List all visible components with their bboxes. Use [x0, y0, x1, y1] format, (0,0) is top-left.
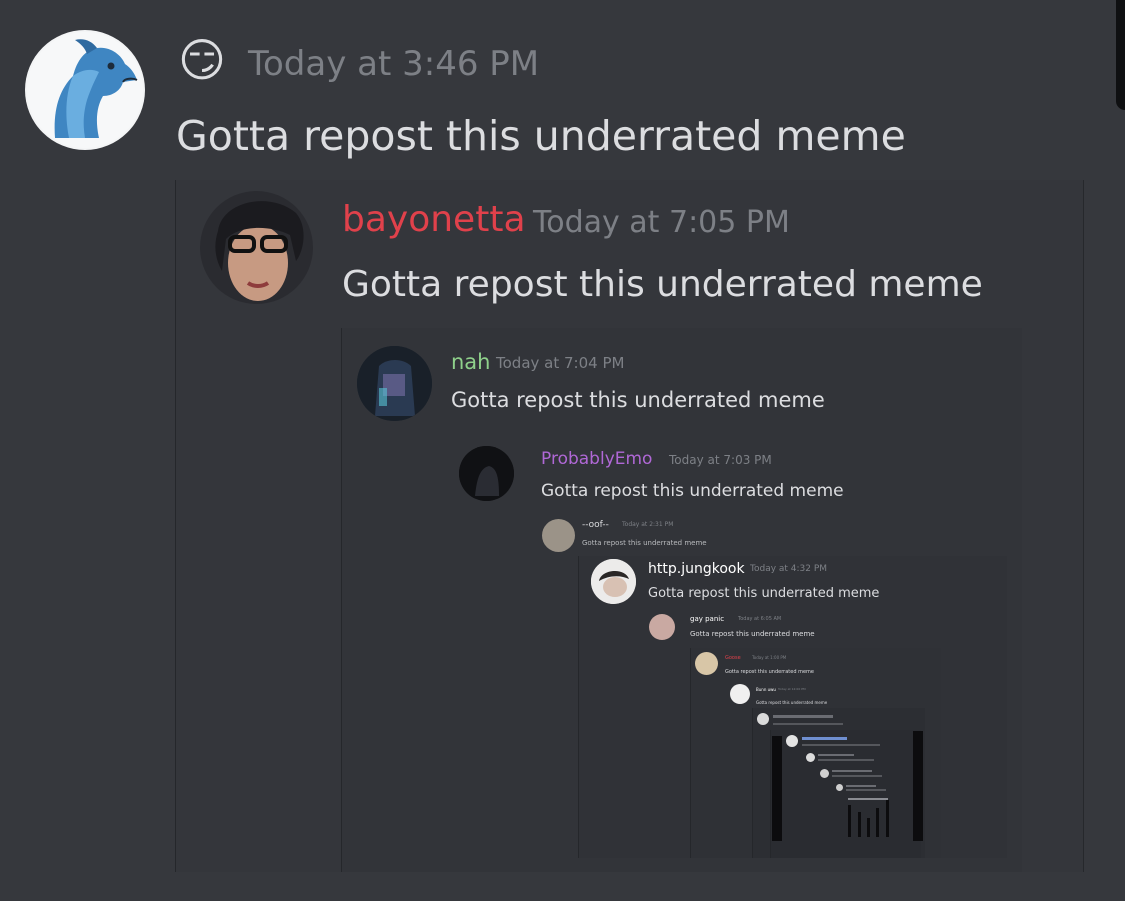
probablyemo-message-text: Gotta repost this underrated meme [541, 481, 844, 501]
jungkook-avatar-icon [591, 559, 636, 604]
deep-dark-bar-7 [886, 800, 889, 837]
deep-text-line-3 [802, 737, 847, 740]
deep-avatar-3 [806, 753, 815, 762]
top-message-text: Gotta repost this underrated meme [176, 112, 906, 160]
dragon-avatar-icon [27, 32, 143, 148]
goose-message-text: Gotta repost this underrated meme [725, 669, 814, 675]
nah-message-text: Gotta repost this underrated meme [451, 388, 825, 412]
bayonetta-avatar-icon [200, 191, 313, 304]
gaypanic-timestamp: Today at 6:05 AM [738, 616, 782, 622]
bunn-timestamp: Today at 12:00 PM [778, 687, 806, 691]
bayonetta-username[interactable]: bayonetta [342, 198, 526, 242]
deep-avatar-2 [786, 735, 798, 747]
goose-username[interactable]: Goose [725, 654, 741, 662]
top-message-timestamp: Today at 3:46 PM [248, 44, 540, 84]
bayonetta-message-text: Gotta repost this underrated meme [342, 264, 983, 305]
nah-avatar[interactable] [357, 346, 432, 421]
gaypanic-avatar[interactable] [649, 614, 675, 640]
probablyemo-timestamp: Today at 7:03 PM [669, 453, 772, 467]
user-avatar[interactable] [25, 30, 145, 150]
goose-avatar[interactable] [695, 652, 718, 675]
deep-text-line-11 [848, 798, 888, 800]
nah-avatar-icon [357, 346, 432, 421]
goose-timestamp: Today at 1:00 PM [752, 655, 787, 660]
gaypanic-message-text: Gotta repost this underrated meme [690, 630, 815, 638]
quote-embed-level-10 [770, 730, 921, 858]
bunn-avatar[interactable] [730, 684, 750, 704]
deep-text-line-1 [773, 715, 833, 718]
bunn-username[interactable]: Bunn uwu [756, 686, 776, 693]
jungkook-timestamp: Today at 4:32 PM [750, 564, 828, 574]
deep-text-line-7 [832, 770, 872, 772]
deep-text-line-9 [846, 785, 876, 787]
deep-dark-bar-1 [772, 736, 782, 841]
deep-text-line-2 [773, 723, 843, 725]
gaypanic-username[interactable]: gay panic [690, 614, 724, 624]
deep-text-line-8 [832, 775, 882, 777]
oof-timestamp: Today at 2:31 PM [622, 521, 674, 528]
probablyemo-avatar[interactable] [459, 446, 514, 501]
probablyemo-username[interactable]: ProbablyEmo [541, 448, 652, 470]
jungkook-message-text: Gotta repost this underrated meme [648, 586, 880, 601]
deep-dark-bar-5 [867, 818, 870, 837]
deep-dark-bar-3 [848, 805, 851, 837]
jungkook-username[interactable]: http.jungkook [648, 560, 745, 578]
deep-dark-bar-4 [858, 812, 861, 837]
deep-avatar-5 [836, 784, 843, 791]
deep-text-line-4 [802, 744, 880, 746]
deep-text-line-10 [846, 789, 886, 791]
deep-text-line-5 [818, 754, 854, 756]
embed-right-border [1083, 180, 1084, 872]
screen-edge-shadow [1116, 0, 1125, 110]
smirk-emoji-icon: 😏 [178, 33, 226, 87]
probablyemo-avatar-icon [459, 446, 514, 501]
oof-username[interactable]: --oof-- [582, 519, 609, 531]
bayonetta-timestamp: Today at 7:05 PM [533, 205, 790, 240]
nah-timestamp: Today at 7:04 PM [496, 354, 625, 372]
deep-text-line-6 [818, 759, 874, 761]
nah-username[interactable]: nah [451, 348, 491, 376]
deep-avatar-1 [757, 713, 769, 725]
bunn-message-text: Gotta repost this underrated meme [756, 700, 828, 705]
oof-message-text: Gotta repost this underrated meme [582, 539, 707, 547]
bayonetta-avatar[interactable] [200, 191, 313, 304]
oof-avatar[interactable] [542, 519, 575, 552]
deep-dark-bar-6 [876, 808, 879, 837]
deep-avatar-4 [820, 769, 829, 778]
jungkook-avatar[interactable] [591, 559, 636, 604]
deep-dark-bar-2 [913, 731, 923, 841]
